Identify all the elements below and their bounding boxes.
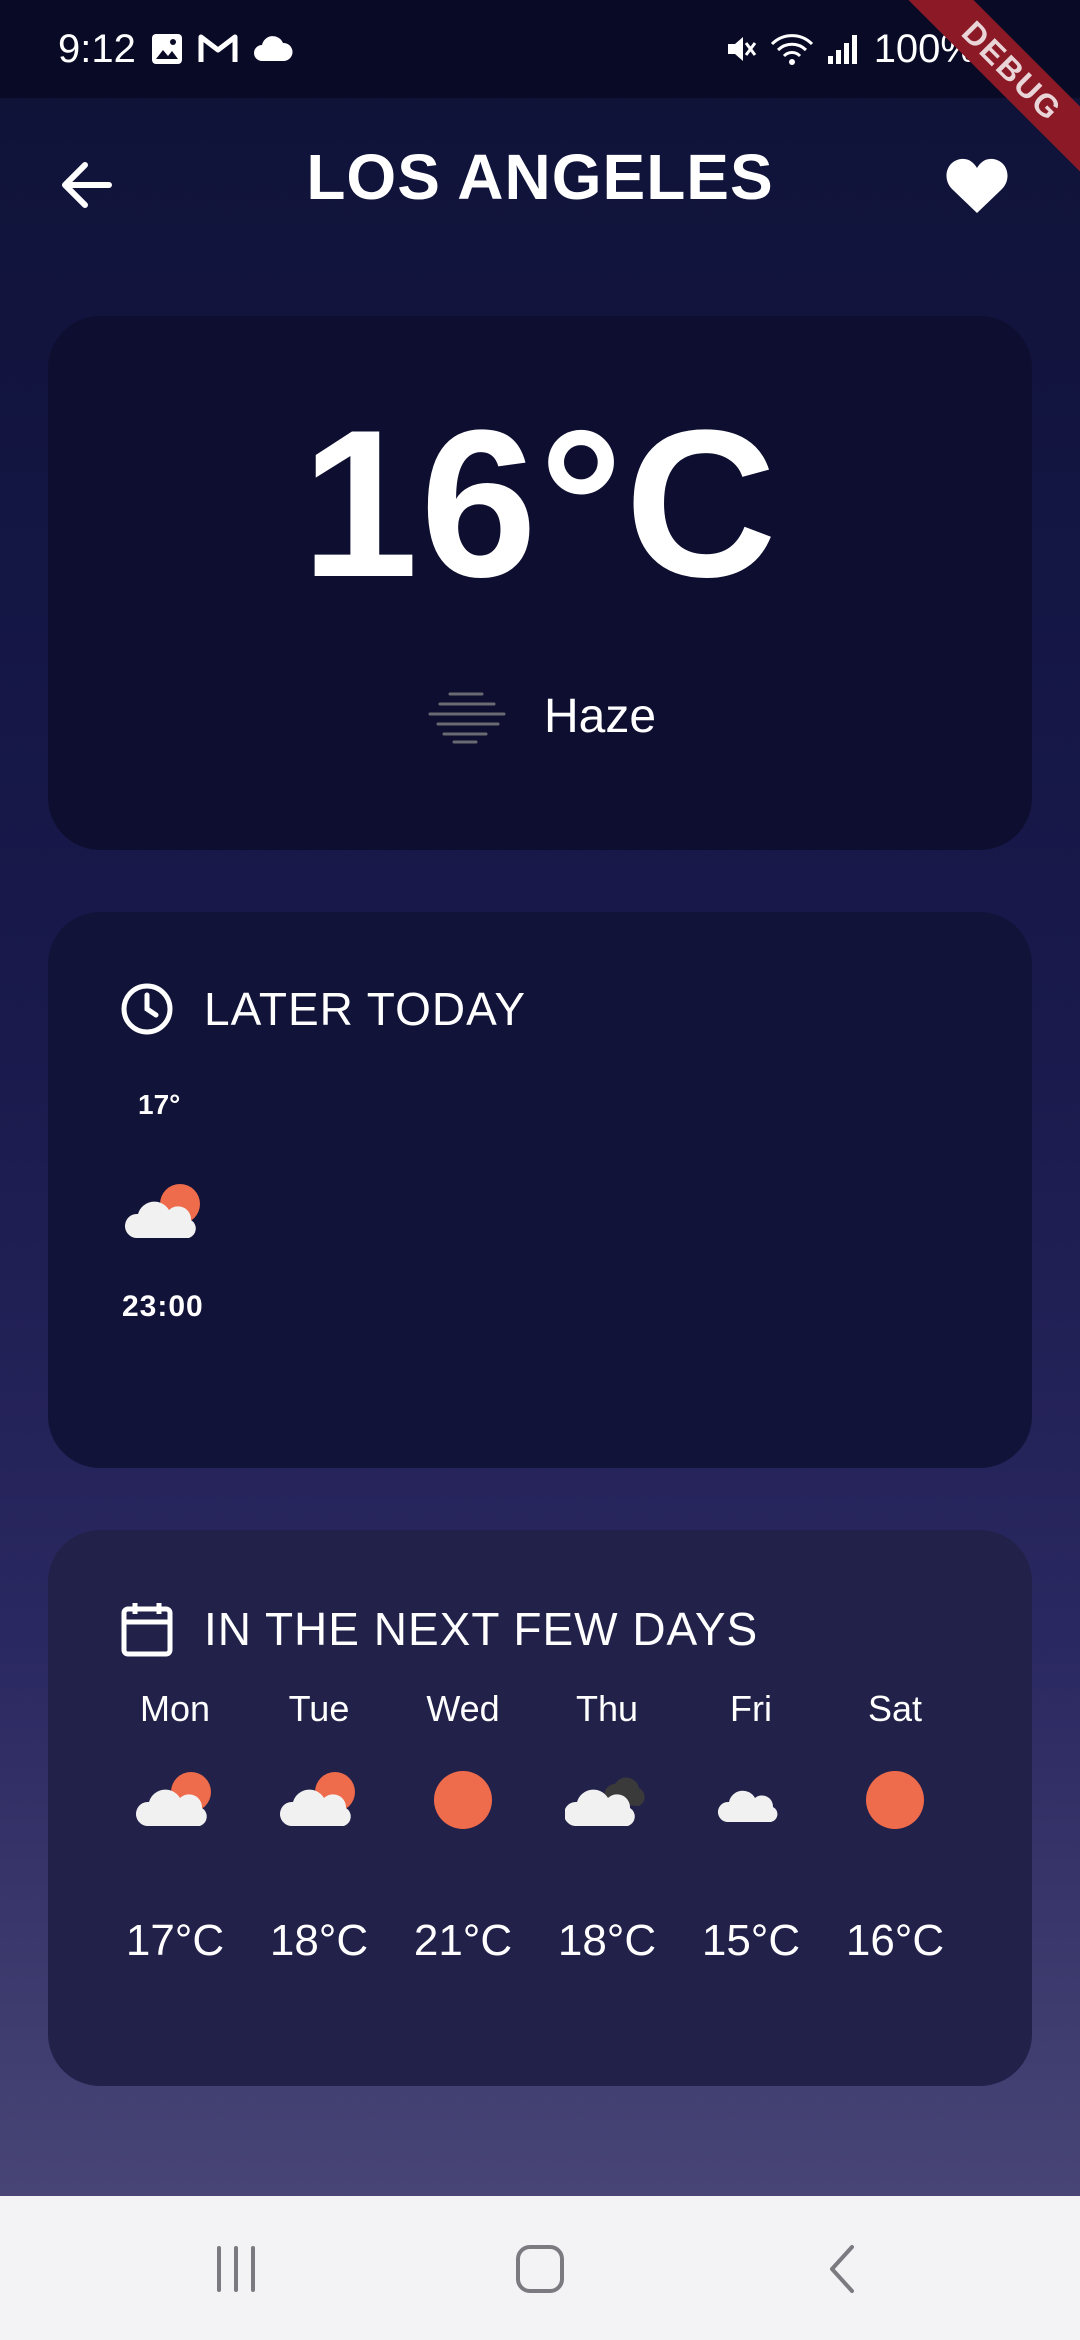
day-name: Mon xyxy=(139,1688,211,1729)
next-days-card: IN THE NEXT FEW DAYS Mon 17°C Tue 18°C W… xyxy=(48,1530,1032,2086)
mute-icon xyxy=(724,32,758,66)
current-weather-card: 16°C Haze xyxy=(48,316,1032,850)
cloud-icon xyxy=(252,35,294,63)
cloud-icon xyxy=(679,1770,823,1830)
day-forecast-sat: Sat 16°C xyxy=(823,1688,967,1968)
gmail-icon xyxy=(198,33,238,65)
day-forecast-wed: Wed 21°C xyxy=(391,1688,535,1968)
status-time: 9:12 xyxy=(58,26,136,71)
cloudy-icon xyxy=(535,1770,679,1830)
day-forecast-fri: Fri 15°C xyxy=(679,1688,823,1968)
partly-cloudy-icon xyxy=(247,1770,391,1830)
gallery-icon xyxy=(150,32,184,66)
favorite-button[interactable] xyxy=(940,148,1014,222)
day-name: Tue xyxy=(288,1688,350,1729)
sun-icon xyxy=(391,1770,535,1830)
recent-apps-icon xyxy=(217,2246,255,2292)
day-forecast-thu: Thu 18°C xyxy=(535,1688,679,1968)
day-name: Wed xyxy=(426,1688,500,1729)
partly-cloudy-icon xyxy=(122,1182,206,1247)
sun-icon xyxy=(823,1770,967,1830)
later-today-card: LATER TODAY 17° 23:00 xyxy=(48,912,1032,1468)
wifi-icon xyxy=(770,32,814,66)
next-days-title: IN THE NEXT FEW DAYS xyxy=(204,1603,759,1655)
day-name: Fri xyxy=(730,1688,772,1729)
status-bar: 9:12 100% xyxy=(0,0,1080,98)
hourly-time: 23:00 xyxy=(122,1290,204,1323)
system-nav-bar xyxy=(0,2196,1080,2340)
day-name: Thu xyxy=(575,1688,639,1729)
app-bar: LOS ANGELES xyxy=(0,98,1080,268)
later-today-title: LATER TODAY xyxy=(204,983,527,1035)
day-name: Sat xyxy=(867,1688,923,1729)
calendar-icon xyxy=(120,1600,174,1658)
recent-apps-button[interactable] xyxy=(186,2232,286,2306)
status-left: 9:12 xyxy=(58,0,294,98)
current-temperature: 16°C xyxy=(301,386,779,621)
later-today-header: LATER TODAY xyxy=(120,982,526,1036)
days-row: Mon 17°C Tue 18°C Wed 21°C Thu 18°C Fri … xyxy=(103,1688,967,1968)
next-days-header: IN THE NEXT FEW DAYS xyxy=(120,1600,758,1658)
condition-text: Haze xyxy=(543,689,657,743)
day-forecast-mon: Mon 17°C xyxy=(103,1688,247,1968)
home-button[interactable] xyxy=(490,2232,590,2306)
day-temp: 15°C xyxy=(701,1916,801,1965)
haze-icon xyxy=(424,686,508,746)
back-icon xyxy=(830,2245,854,2293)
heart-icon xyxy=(946,158,1008,213)
day-temp: 21°C xyxy=(413,1916,513,1965)
system-back-button[interactable] xyxy=(792,2232,892,2306)
day-forecast-tue: Tue 18°C xyxy=(247,1688,391,1968)
home-icon xyxy=(516,2245,564,2293)
hourly-temp: 17° xyxy=(138,1089,181,1120)
page-title: LOS ANGELES xyxy=(306,141,774,213)
day-temp: 16°C xyxy=(845,1916,945,1965)
signal-icon xyxy=(826,32,862,66)
partly-cloudy-icon xyxy=(103,1770,247,1830)
condition-row: Haze xyxy=(48,686,1032,746)
day-temp: 17°C xyxy=(125,1916,225,1965)
day-temp: 18°C xyxy=(557,1916,657,1965)
day-temp: 18°C xyxy=(269,1916,369,1965)
clock-icon xyxy=(120,982,174,1036)
